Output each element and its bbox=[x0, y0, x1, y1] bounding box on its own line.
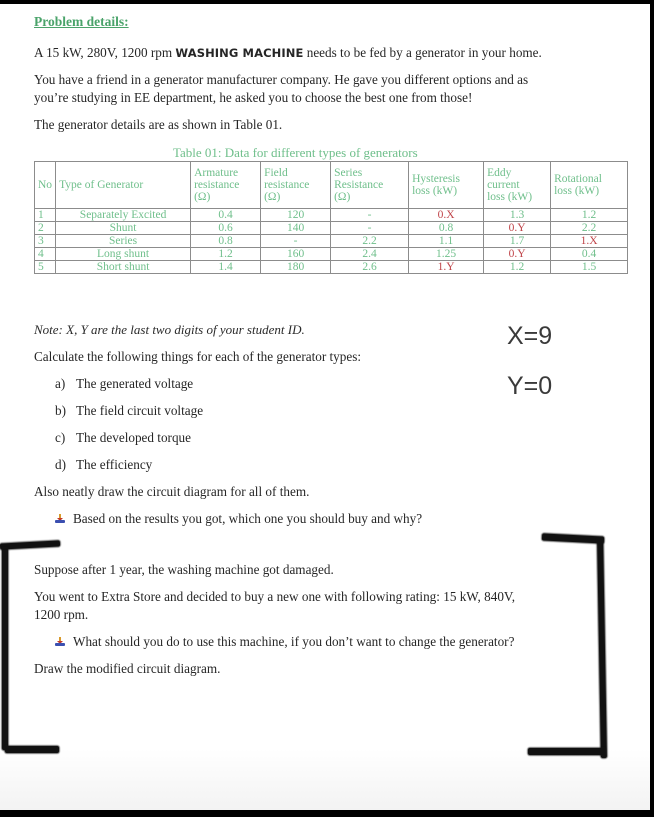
cell-hysteresis: 0.X bbox=[408, 208, 485, 222]
note-text: Note: X, Y are the last two digits of yo… bbox=[34, 322, 305, 337]
table-caption: Table 01: Data for different types of ge… bbox=[173, 145, 418, 160]
cell-hysteresis: 1.Y bbox=[408, 260, 485, 274]
cell-field: 120 bbox=[260, 208, 332, 222]
table-reference: The generator details are as shown in Ta… bbox=[34, 117, 283, 132]
header-hysteresis: Hysteresis loss (kW) bbox=[408, 161, 485, 209]
bracket-right-top-stroke bbox=[541, 533, 605, 544]
bracket-left-top-stroke bbox=[0, 540, 61, 550]
cell-field: - bbox=[260, 234, 332, 248]
cell-no: 2 bbox=[33, 221, 57, 235]
header-rotational: Rotational loss (kW) bbox=[550, 161, 629, 209]
cell-rotational: 2.2 bbox=[550, 221, 629, 235]
table-row: 3 Series 0.8-2.2 1.1 1.7 1.X bbox=[33, 234, 629, 248]
calculate-instruction: Calculate the following things for each … bbox=[34, 349, 362, 364]
cell-armature: 1.4 bbox=[190, 260, 262, 274]
cell-field: 180 bbox=[260, 260, 332, 274]
question-item: b) The field circuit voltage bbox=[55, 403, 203, 419]
draw-modified-instruction: Draw the modified circuit diagram. bbox=[34, 661, 221, 676]
arrow-down-bullet-icon bbox=[55, 514, 65, 524]
item-text: The generated voltage bbox=[76, 376, 194, 391]
y-value-annotation: Y=0 bbox=[507, 372, 553, 400]
buy-question-text: Based on the results you got, which one … bbox=[73, 511, 423, 526]
cell-type: Short shunt bbox=[55, 260, 192, 274]
cell-no: 4 bbox=[33, 247, 57, 261]
table-row: 4 Long shunt 1.2 160 2.4 1.25 0.Y 0.4 bbox=[33, 247, 629, 261]
cell-series: 2.4 bbox=[330, 247, 410, 261]
item-marker: a) bbox=[55, 376, 66, 391]
item-marker: c) bbox=[55, 430, 66, 445]
bracket-right-bottom-stroke bbox=[528, 748, 605, 755]
cell-field: 140 bbox=[260, 221, 332, 235]
cell-armature: 0.8 bbox=[190, 234, 262, 248]
cell-series: - bbox=[330, 221, 410, 235]
intro-suffix: needs to be fed by a generator in your h… bbox=[303, 45, 542, 60]
item-marker: b) bbox=[55, 403, 66, 418]
header-armature: Armature resistance (Ω) bbox=[190, 161, 262, 209]
cell-type: Shunt bbox=[55, 221, 192, 235]
buy-question: Based on the results you got, which one … bbox=[55, 511, 422, 527]
item-marker: d) bbox=[55, 457, 66, 472]
cell-hysteresis: 1.1 bbox=[408, 234, 485, 248]
cell-field: 160 bbox=[260, 247, 332, 261]
question-item: d) The efficiency bbox=[55, 457, 152, 473]
header-eddy: Eddy current loss (kW) bbox=[483, 161, 552, 209]
machine-question-text: What should you do to use this machine, … bbox=[73, 634, 515, 649]
cell-no: 1 bbox=[33, 208, 57, 222]
table-header-row: No Type of Generator Armature resistance… bbox=[33, 161, 629, 209]
cell-armature: 0.4 bbox=[190, 208, 262, 222]
intro-prefix: A 15 kW, 280V, 1200 rpm bbox=[34, 45, 176, 60]
intro-emphasis: WASHING MACHINE bbox=[175, 46, 304, 60]
header-series: Series Resistance (Ω) bbox=[330, 161, 410, 209]
draw-instruction: Also neatly draw the circuit diagram for… bbox=[34, 484, 310, 499]
cell-eddy: 1.7 bbox=[483, 234, 552, 248]
cell-eddy: 0.Y bbox=[483, 247, 552, 261]
item-text: The field circuit voltage bbox=[76, 403, 204, 418]
cell-rotational: 1.X bbox=[550, 234, 629, 248]
cell-series: - bbox=[330, 208, 410, 222]
item-text: The efficiency bbox=[76, 457, 153, 472]
cell-eddy: 1.2 bbox=[483, 260, 552, 274]
cell-rotational: 1.5 bbox=[550, 260, 629, 274]
cell-armature: 1.2 bbox=[190, 247, 262, 261]
generator-table: No Type of Generator Armature resistance… bbox=[33, 161, 629, 274]
cell-series: 2.2 bbox=[330, 234, 410, 248]
cell-eddy: 1.3 bbox=[483, 208, 552, 222]
item-text: The developed torque bbox=[76, 430, 191, 445]
cell-type: Series bbox=[55, 234, 192, 248]
question-item: c) The developed torque bbox=[55, 430, 191, 446]
x-value-annotation: X=9 bbox=[507, 322, 553, 350]
bracket-right-vertical-stroke bbox=[597, 537, 607, 759]
store-line-2: 1200 rpm. bbox=[34, 607, 89, 622]
cell-no: 3 bbox=[33, 234, 57, 248]
cell-series: 2.6 bbox=[330, 260, 410, 274]
cell-armature: 0.6 bbox=[190, 221, 262, 235]
cell-rotational: 1.2 bbox=[550, 208, 629, 222]
machine-question: What should you do to use this machine, … bbox=[55, 634, 514, 650]
suppose-text: Suppose after 1 year, the washing machin… bbox=[34, 562, 334, 577]
store-line-1: You went to Extra Store and decided to b… bbox=[34, 589, 516, 604]
table-row: 1 Separately Excited 0.4 120-0.X 1.3 1.2 bbox=[33, 208, 629, 222]
header-field: Field resistance (Ω) bbox=[260, 161, 332, 209]
arrow-down-bullet-icon bbox=[55, 637, 65, 647]
table-body: 1 Separately Excited 0.4 120-0.X 1.3 1.2 2 Shun… bbox=[33, 208, 629, 274]
cell-eddy: 0.Y bbox=[483, 221, 552, 235]
document-page: Problem details: A 15 kW, 280V, 1200 rpm… bbox=[0, 4, 650, 810]
intro-paragraph: A 15 kW, 280V, 1200 rpm WASHING MACHINE … bbox=[34, 45, 542, 61]
bracket-left-bottom-stroke bbox=[5, 746, 59, 753]
question-item: a) The generated voltage bbox=[55, 376, 193, 392]
friend-line-2: you’re studying in EE department, he ask… bbox=[34, 90, 473, 105]
table-row: 5 Short shunt 1.4 180 2.6 1.Y 1.2 1.5 bbox=[33, 260, 629, 274]
cell-type: Separately Excited bbox=[55, 208, 192, 222]
bracket-left-vertical-stroke bbox=[2, 548, 8, 750]
header-no: No bbox=[33, 161, 57, 209]
table-row: 2 Shunt 0.6 140-0.8 0.Y 2.2 bbox=[33, 221, 629, 235]
cell-hysteresis: 1.25 bbox=[408, 247, 485, 261]
problem-heading: Problem details: bbox=[34, 14, 129, 29]
friend-line-1: You have a friend in a generator manufac… bbox=[34, 72, 529, 87]
cell-type: Long shunt bbox=[55, 247, 192, 261]
cell-hysteresis: 0.8 bbox=[408, 221, 485, 235]
cell-rotational: 0.4 bbox=[550, 247, 629, 261]
cell-no: 5 bbox=[33, 260, 57, 274]
header-type: Type of Generator bbox=[55, 161, 192, 209]
